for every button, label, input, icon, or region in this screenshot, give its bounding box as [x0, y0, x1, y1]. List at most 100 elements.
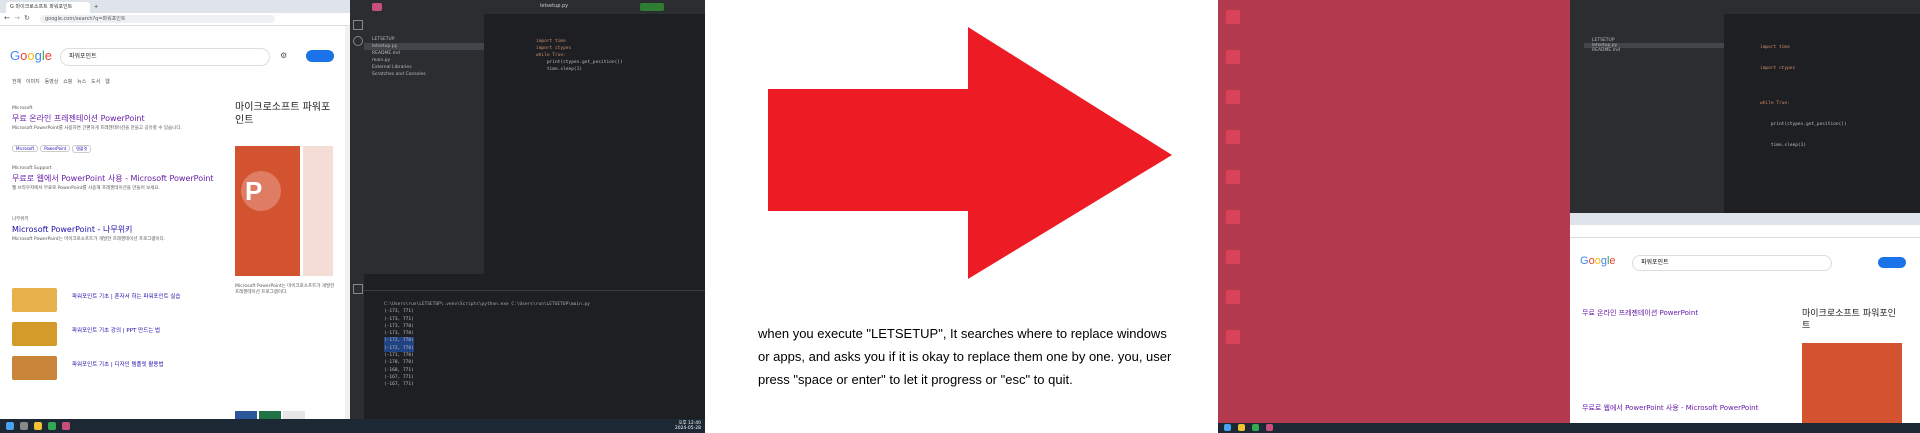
run-config-badge[interactable]	[640, 3, 664, 11]
ide-icon[interactable]	[1266, 424, 1273, 431]
console-line: (-173, 771)	[384, 316, 414, 322]
result-title-link[interactable]: 무료로 웹에서 PowerPoint 사용 - Microsoft PowerP…	[12, 173, 217, 184]
start-icon[interactable]	[1224, 424, 1231, 431]
chip[interactable]: Microsoft	[12, 145, 39, 152]
run-console[interactable]: C:\Users\run\LETSETUP\.venv\Scripts\pyth…	[364, 290, 705, 419]
console-line: C:\Users\run\LETSETUP\.venv\Scripts\pyth…	[384, 302, 590, 307]
browser-window-resized: Google 파워포인트 무료 온라인 프레젠테이션 PowerPoint 무료…	[1570, 213, 1920, 423]
desktop-icon[interactable]	[1226, 90, 1240, 104]
desktop-icon[interactable]	[1226, 10, 1240, 24]
result-snippet: 웹 브라우저에서 무료로 PowerPoint를 사용해 프레젠테이션을 만들어…	[12, 186, 160, 191]
code-line: print(ctypes.get_position())	[536, 60, 623, 65]
video-title[interactable]: 파워포인트 기초 | 혼자서 하는 파워포인트 실습	[72, 292, 212, 300]
ide-tool-sidebar	[1570, 14, 1584, 213]
excel-icon[interactable]: X	[259, 411, 281, 419]
console-line: (-168, 771)	[384, 367, 414, 373]
tab-shopping[interactable]: 쇼핑	[63, 79, 72, 85]
desktop-icon[interactable]	[1226, 330, 1240, 344]
explorer-icon[interactable]	[34, 422, 42, 430]
ide-title-bar	[1570, 0, 1920, 14]
back-icon[interactable]: ←	[4, 14, 10, 22]
code-line: import time	[536, 39, 566, 44]
desktop-icon[interactable]	[1226, 210, 1240, 224]
forward-icon[interactable]: →	[14, 14, 20, 22]
tab-videos[interactable]: 동영상	[45, 79, 59, 85]
tab-web[interactable]: 웹	[105, 79, 110, 85]
powerpoint-image-thumb[interactable]	[303, 146, 333, 276]
desktop-icon[interactable]	[1226, 130, 1240, 144]
powerpoint-image[interactable]	[1802, 343, 1902, 423]
word-icon[interactable]: W	[235, 411, 257, 419]
tree-item[interactable]: External Libraries	[364, 64, 484, 71]
video-thumbnail[interactable]	[12, 322, 57, 346]
result-title-link[interactable]: 무료 온라인 프레젠테이션 PowerPoint	[12, 113, 217, 124]
explorer-icon[interactable]	[1238, 424, 1245, 431]
sign-in-button[interactable]	[1878, 257, 1906, 268]
video-title[interactable]: 파워포인트 기초 강의 | PPT 만드는 법	[72, 326, 212, 334]
more-apps-icon[interactable]: …	[283, 411, 305, 419]
start-icon[interactable]	[6, 422, 14, 430]
search-icon[interactable]	[20, 422, 28, 430]
tree-item[interactable]: LETSETUP	[364, 36, 484, 43]
code-line: while True:	[536, 53, 566, 58]
tree-item[interactable]: README.md	[1584, 48, 1724, 53]
chrome-icon[interactable]	[48, 422, 56, 430]
result-title-link[interactable]: 무료 온라인 프레젠테이션 PowerPoint	[1582, 308, 1782, 318]
project-tree: LETSETUP letsetup.py README.md main.py E…	[364, 14, 484, 274]
code-editor[interactable]: import time import ctypes while True: pr…	[1760, 30, 1847, 163]
project-badge-icon[interactable]	[372, 3, 382, 11]
browser-tab-strip	[1570, 213, 1920, 225]
kp-snippet: Microsoft PowerPoint는 마이크로소프트가 개발한 프레젠테이…	[235, 284, 335, 295]
desktop-icon[interactable]	[1226, 250, 1240, 264]
new-tab-icon[interactable]: +	[90, 2, 106, 13]
search-input[interactable]: 파워포인트	[60, 48, 270, 66]
google-logo[interactable]: Google	[10, 48, 52, 63]
tab-books[interactable]: 도서	[91, 79, 100, 85]
desktop-icon[interactable]	[1226, 50, 1240, 64]
chrome-icon[interactable]	[1252, 424, 1259, 431]
desktop-icon[interactable]	[1226, 170, 1240, 184]
tab-all[interactable]: 전체	[12, 79, 21, 85]
folder-icon[interactable]	[353, 20, 363, 30]
tab-images[interactable]: 이미지	[26, 79, 40, 85]
result-title-link[interactable]: 무료로 웹에서 PowerPoint 사용 - Microsoft PowerP…	[1582, 403, 1782, 413]
kp-title: 마이크로소프트 파워포인트	[1802, 309, 1896, 331]
result-snippet: Microsoft PowerPoint를 사용하면 간편하게 프레젠테이션을 …	[12, 126, 182, 131]
reload-icon[interactable]: ↻	[24, 14, 30, 22]
video-title[interactable]: 파워포인트 기초 | 디자인 템플릿 활용법	[72, 360, 212, 368]
video-thumbnail[interactable]	[12, 356, 57, 380]
address-input[interactable]: google.com/search?q=파워포인트	[40, 15, 275, 23]
powerpoint-image[interactable]: P	[235, 146, 300, 276]
terminal-icon[interactable]	[353, 284, 363, 294]
google-logo[interactable]: Google	[1580, 255, 1616, 267]
address-bar-row	[1570, 225, 1920, 238]
code-line: time.sleep(1)	[1760, 143, 1807, 148]
result-title-link[interactable]: Microsoft PowerPoint - 나무위키	[12, 224, 217, 235]
result-snippet: Microsoft PowerPoint는 마이크로소프트가 개발한 프레젠테이…	[12, 237, 166, 242]
address-bar-row: ← → ↻ google.com/search?q=파워포인트	[0, 13, 350, 26]
tree-item-selected[interactable]: letsetup.py	[364, 43, 484, 50]
chip[interactable]: 템플릿	[72, 145, 92, 153]
desktop-icon[interactable]	[1226, 290, 1240, 304]
code-line: import time	[1760, 45, 1790, 50]
chip[interactable]: PowerPoint	[40, 145, 71, 152]
editor-tab[interactable]: letsetup.py	[540, 3, 568, 9]
tab-news[interactable]: 뉴스	[77, 79, 86, 85]
result-source: Microsoft Support	[12, 166, 52, 171]
browser-tab[interactable]: G 마이크로소프트 파워포인트	[6, 2, 90, 13]
commit-icon[interactable]	[353, 36, 363, 46]
search-input[interactable]: 파워포인트	[1632, 255, 1832, 271]
tree-item[interactable]: Scratches and Consoles	[364, 71, 484, 78]
desktop-area	[1218, 0, 1570, 423]
tree-item[interactable]: main.py	[364, 57, 484, 64]
video-thumbnail[interactable]	[12, 288, 57, 312]
tree-item[interactable]: README.md	[364, 50, 484, 57]
ide-icon[interactable]	[62, 422, 70, 430]
sign-in-button[interactable]	[306, 50, 334, 62]
console-line: (-173, 770)	[384, 331, 414, 337]
code-editor[interactable]: import time import ctypes while True: pr…	[536, 14, 705, 274]
settings-icon[interactable]: ⚙	[280, 51, 287, 60]
result-source: 나무위키	[12, 217, 29, 222]
ide-window-resized: LETSETUP letsetup.py README.md import ti…	[1570, 0, 1920, 213]
taskbar-clock[interactable]: 오후 12:40 2024-05-28	[655, 421, 701, 431]
